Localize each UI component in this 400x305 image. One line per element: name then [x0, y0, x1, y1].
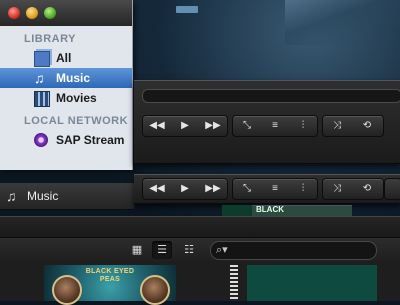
playlist-icon[interactable]: ≡: [261, 116, 289, 136]
shuffle-icon[interactable]: ⤨: [323, 179, 351, 199]
stream-icon: [34, 133, 48, 147]
view-segment: ⤡ ≡ ⫶: [232, 115, 318, 137]
sidebar-titlebar: [0, 0, 132, 26]
search-field[interactable]: ⌕▾: [210, 241, 377, 260]
stack-icon: [34, 51, 50, 67]
transport-segment: ◀◀ ▶ ▶▶: [142, 115, 228, 137]
close-window-button[interactable]: [8, 7, 20, 19]
library-toolbar: ▦ ☰ ☷ ⌕▾: [0, 238, 400, 263]
sidebar-window: LIBRARY All ♫ Music Movies LOCAL NETWORK…: [0, 0, 133, 170]
rewind-icon[interactable]: ◀◀: [143, 179, 171, 199]
mode-segment: ⤨ ⟲: [322, 178, 384, 200]
album-cover-portrait-left: [52, 275, 82, 305]
section-local-network-heading: LOCAL NETWORK: [24, 115, 129, 127]
repeat-icon[interactable]: ⟲: [353, 179, 381, 199]
fast-forward-icon[interactable]: ▶▶: [199, 179, 227, 199]
peek-album-title: BLACK: [256, 205, 284, 214]
search-icon: ⌕▾: [216, 244, 228, 256]
film-icon: [34, 91, 50, 107]
music-note-icon: ♫: [34, 70, 45, 86]
equalizer-icon[interactable]: ⫶: [289, 179, 317, 199]
fullscreen-icon[interactable]: ⤡: [233, 116, 261, 136]
list-view-icon[interactable]: ☰: [152, 241, 172, 259]
library-pane: ▦ ☰ ☷ ⌕▾ BLACK EYED PEAS: [0, 216, 400, 305]
grid-view-icon[interactable]: ▦: [127, 241, 147, 259]
sidebar-item-all[interactable]: All: [0, 48, 132, 68]
album-cover-portrait-right: [140, 275, 170, 305]
minimize-window-button[interactable]: [26, 7, 38, 19]
player-controls-compact: ◀◀ ▶ ▶▶ ⤡ ≡ ⫶ ⤨ ⟲: [134, 174, 400, 204]
overflow-button[interactable]: [384, 178, 400, 200]
mode-segment: ⤨ ⟲: [322, 115, 384, 137]
album-cover[interactable]: BLACK EYED PEAS: [44, 265, 176, 305]
sidebar-item-label: Movies: [56, 91, 97, 105]
detail-view-icon[interactable]: ☷: [179, 241, 199, 259]
pane-title: Music: [27, 189, 59, 203]
album-cover-strip[interactable]: [230, 265, 238, 301]
view-segment: ⤡ ≡ ⫶: [232, 178, 318, 200]
sidebar-item-movies[interactable]: Movies: [0, 88, 132, 108]
playlist-icon[interactable]: ≡: [261, 179, 289, 199]
sidebar-item-label: Music: [56, 71, 91, 85]
rewind-icon[interactable]: ◀◀: [143, 116, 171, 136]
section-library-heading: LIBRARY: [24, 33, 76, 45]
album-cover-title: BLACK EYED PEAS: [85, 268, 135, 283]
album-grid: BLACK EYED PEAS: [0, 261, 400, 305]
background-glow: [285, 0, 400, 45]
sidebar-item-sap-stream[interactable]: SAP Stream: [0, 130, 132, 150]
play-icon[interactable]: ▶: [171, 116, 199, 136]
search-input[interactable]: [233, 243, 372, 259]
sidebar-item-music[interactable]: ♫ Music: [0, 68, 132, 88]
play-icon[interactable]: ▶: [171, 179, 199, 199]
music-note-icon: ♫: [6, 188, 17, 204]
fullscreen-icon[interactable]: ⤡: [233, 179, 261, 199]
album-cover[interactable]: [247, 265, 377, 301]
top-status-indicator: [176, 6, 198, 13]
zoom-window-button[interactable]: [44, 7, 56, 19]
repeat-icon[interactable]: ⟲: [353, 116, 381, 136]
fast-forward-icon[interactable]: ▶▶: [199, 116, 227, 136]
player-controls-expanded: ◀◀ ▶ ▶▶ ⤡ ≡ ⫶ ⤨ ⟲: [134, 80, 400, 164]
shuffle-icon[interactable]: ⤨: [323, 116, 351, 136]
equalizer-icon[interactable]: ⫶: [289, 116, 317, 136]
library-band: [0, 217, 400, 238]
sidebar-item-label: SAP Stream: [56, 133, 125, 147]
music-pane-header: ♫ Music: [0, 183, 134, 210]
sidebar-item-label: All: [56, 51, 72, 65]
transport-segment: ◀◀ ▶ ▶▶: [142, 178, 228, 200]
progress-scrubber[interactable]: [142, 89, 400, 103]
